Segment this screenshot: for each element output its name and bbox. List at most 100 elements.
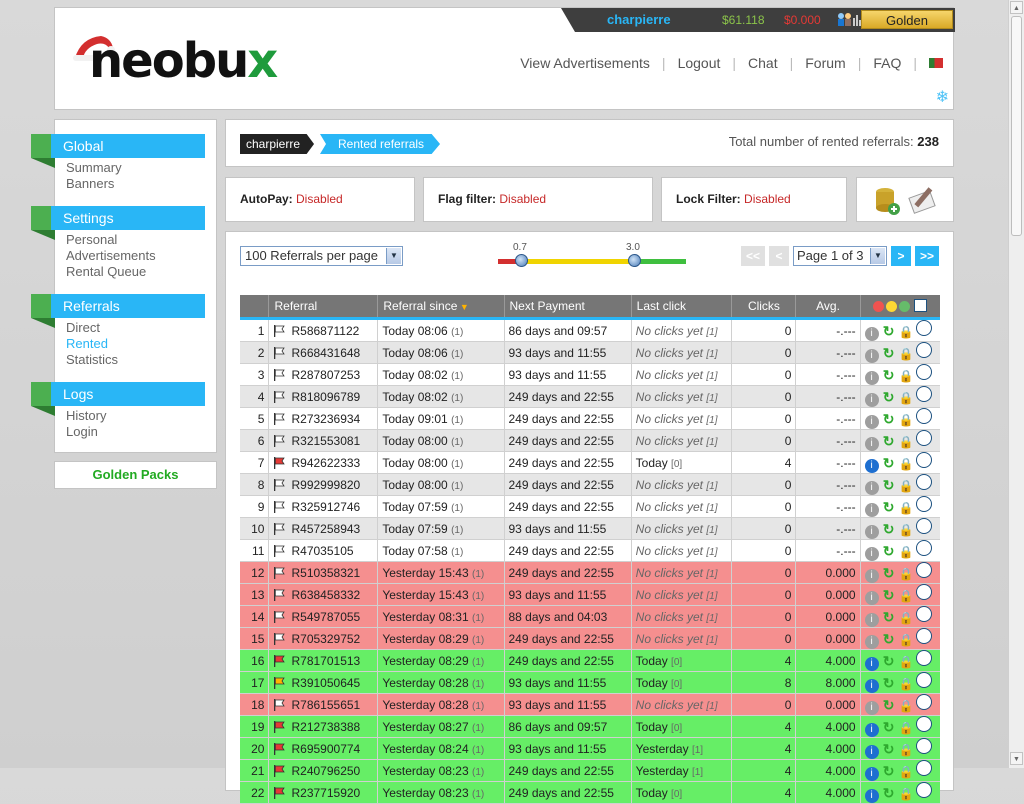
lock-icon[interactable]: 🔒 [899,457,914,471]
rental-balance[interactable]: $0.000 [784,13,821,27]
referral-id-cell[interactable]: R786155651 [268,693,379,716]
recycle-icon[interactable]: ↻ [882,720,896,734]
referral-id-cell[interactable]: R638458332 [268,583,379,606]
recycle-icon[interactable]: ↻ [882,500,896,514]
flag-icon[interactable] [273,434,286,447]
row-checkbox[interactable] [915,342,932,358]
lock-icon[interactable]: 🔒 [899,589,914,603]
flag-icon[interactable] [273,478,286,491]
referral-id-cell[interactable]: R586871122 [268,318,379,342]
recycle-icon[interactable]: ↻ [882,324,896,338]
info-icon[interactable]: i [864,459,879,473]
lock-icon[interactable]: 🔒 [899,765,914,779]
lock-icon[interactable]: 🔒 [899,501,914,515]
table-row[interactable]: 17 R391050645 Yesterday 08:28 (1) 93 days a… [240,671,940,694]
scroll-down-arrow-icon[interactable]: ▼ [1010,752,1023,765]
table-row[interactable]: 6 R321553081 Today 08:00 (1) 249 days and 2… [240,429,940,452]
lock-icon[interactable]: 🔒 [899,325,914,339]
referral-id-cell[interactable]: R321553081 [268,429,379,452]
row-checkbox[interactable] [915,584,932,600]
recycle-icon[interactable]: ↻ [882,588,896,602]
flag-icon[interactable] [273,632,286,645]
table-row[interactable]: 12 R510358321 Yesterday 15:43 (1) 249 days … [240,561,940,584]
scroll-thumb[interactable] [1011,16,1022,236]
sidebar-item-direct[interactable]: Direct [66,320,100,335]
table-row[interactable]: 15 R705329752 Yesterday 08:29 (1) 249 days … [240,627,940,650]
referral-id-cell[interactable]: R240796250 [268,759,379,782]
lock-icon[interactable]: 🔒 [899,479,914,493]
row-checkbox[interactable] [915,408,932,424]
recycle-icon[interactable]: ↻ [882,632,896,646]
info-icon[interactable]: i [864,415,879,429]
sidebar-section-global[interactable]: Global [31,134,205,168]
flag-icon[interactable] [273,456,286,469]
sidebar-item-summary[interactable]: Summary [66,160,122,175]
lock-icon[interactable]: 🔒 [899,567,914,581]
referral-id-cell[interactable]: R391050645 [268,671,379,694]
flag-icon[interactable] [273,500,286,513]
col-avg[interactable]: Avg. [795,295,861,320]
lock-icon[interactable]: 🔒 [899,611,914,625]
recycle-icon[interactable]: ↻ [882,698,896,712]
table-row[interactable]: 3 R287807253 Today 08:02 (1) 93 days and 11… [240,363,940,386]
row-checkbox[interactable] [915,562,932,578]
lock-icon[interactable]: 🔒 [899,435,914,449]
recycle-icon[interactable]: ↻ [882,368,896,382]
snowflake-icon[interactable]: ❄ [936,87,949,107]
referral-id-cell[interactable]: R273236934 [268,407,379,430]
lock-icon[interactable]: 🔒 [899,545,914,559]
sidebar-item-advertisements[interactable]: Advertisements [66,248,156,263]
recycle-icon[interactable]: ↻ [882,764,896,778]
flag-icon[interactable] [273,720,286,733]
flag-icon[interactable] [273,654,286,667]
recycle-icon[interactable]: ↻ [882,610,896,624]
table-row[interactable]: 11 R47035105 Today 07:58 (1) 249 days and 2… [240,539,940,562]
recycle-icon[interactable]: ↻ [882,412,896,426]
row-checkbox[interactable] [915,452,932,468]
flag-icon[interactable] [273,390,286,403]
last-page-button[interactable]: >> [914,246,939,266]
info-icon[interactable]: i [864,547,879,561]
recycle-icon[interactable]: ↻ [882,742,896,756]
row-checkbox[interactable] [915,364,932,380]
table-row[interactable]: 21 R240796250 Yesterday 08:23 (1) 249 days … [240,759,940,782]
row-checkbox[interactable] [915,386,932,402]
page-scrollbar[interactable]: ▲ ▼ [1008,0,1024,768]
flag-icon[interactable] [273,588,286,601]
table-row[interactable]: 20 R695900774 Yesterday 08:24 (1) 93 days a… [240,737,940,760]
row-checkbox[interactable] [915,606,932,622]
sidebar-item-personal[interactable]: Personal [66,232,117,247]
username-link[interactable]: charpierre [607,12,671,27]
recycle-icon[interactable]: ↻ [882,456,896,470]
row-checkbox[interactable] [915,694,932,710]
recycle-icon[interactable]: ↻ [882,434,896,448]
flag-icon[interactable] [273,676,286,689]
info-icon[interactable]: i [864,393,879,407]
nav-forum[interactable]: Forum [805,55,845,71]
recycle-icon[interactable]: ↻ [882,786,896,800]
info-icon[interactable]: i [864,701,879,715]
table-row[interactable]: 22 R237715920 Yesterday 08:23 (1) 249 days … [240,781,940,804]
recycle-icon[interactable]: ↻ [882,676,896,690]
info-icon[interactable]: i [864,481,879,495]
row-checkbox[interactable] [915,628,932,644]
col-referral[interactable]: Referral [268,295,379,320]
col-clicks[interactable]: Clicks [731,295,797,320]
table-row[interactable]: 2 R668431648 Today 08:06 (1) 93 days and 11… [240,341,940,364]
info-icon[interactable]: i [864,437,879,451]
lock-icon[interactable]: 🔒 [899,347,914,361]
lock-icon[interactable]: 🔒 [899,699,914,713]
row-checkbox[interactable] [915,474,932,490]
info-icon[interactable]: i [864,371,879,385]
add-coins-icon[interactable] [873,184,901,216]
row-checkbox[interactable] [915,672,932,688]
page-select[interactable]: Page 1 of 3 ▼ [792,246,887,266]
sidebar-section-settings[interactable]: Settings [31,206,205,240]
autopay-filter[interactable]: AutoPay: Disabled [225,177,415,222]
referral-id-cell[interactable]: R325912746 [268,495,379,518]
avg-range-slider[interactable]: 0.7 3.0 [498,242,688,272]
info-icon[interactable]: i [864,767,879,781]
table-row[interactable]: 18 R786155651 Yesterday 08:28 (1) 93 days a… [240,693,940,716]
sidebar-item-banners[interactable]: Banners [66,176,114,191]
flag-icon[interactable] [273,786,286,799]
